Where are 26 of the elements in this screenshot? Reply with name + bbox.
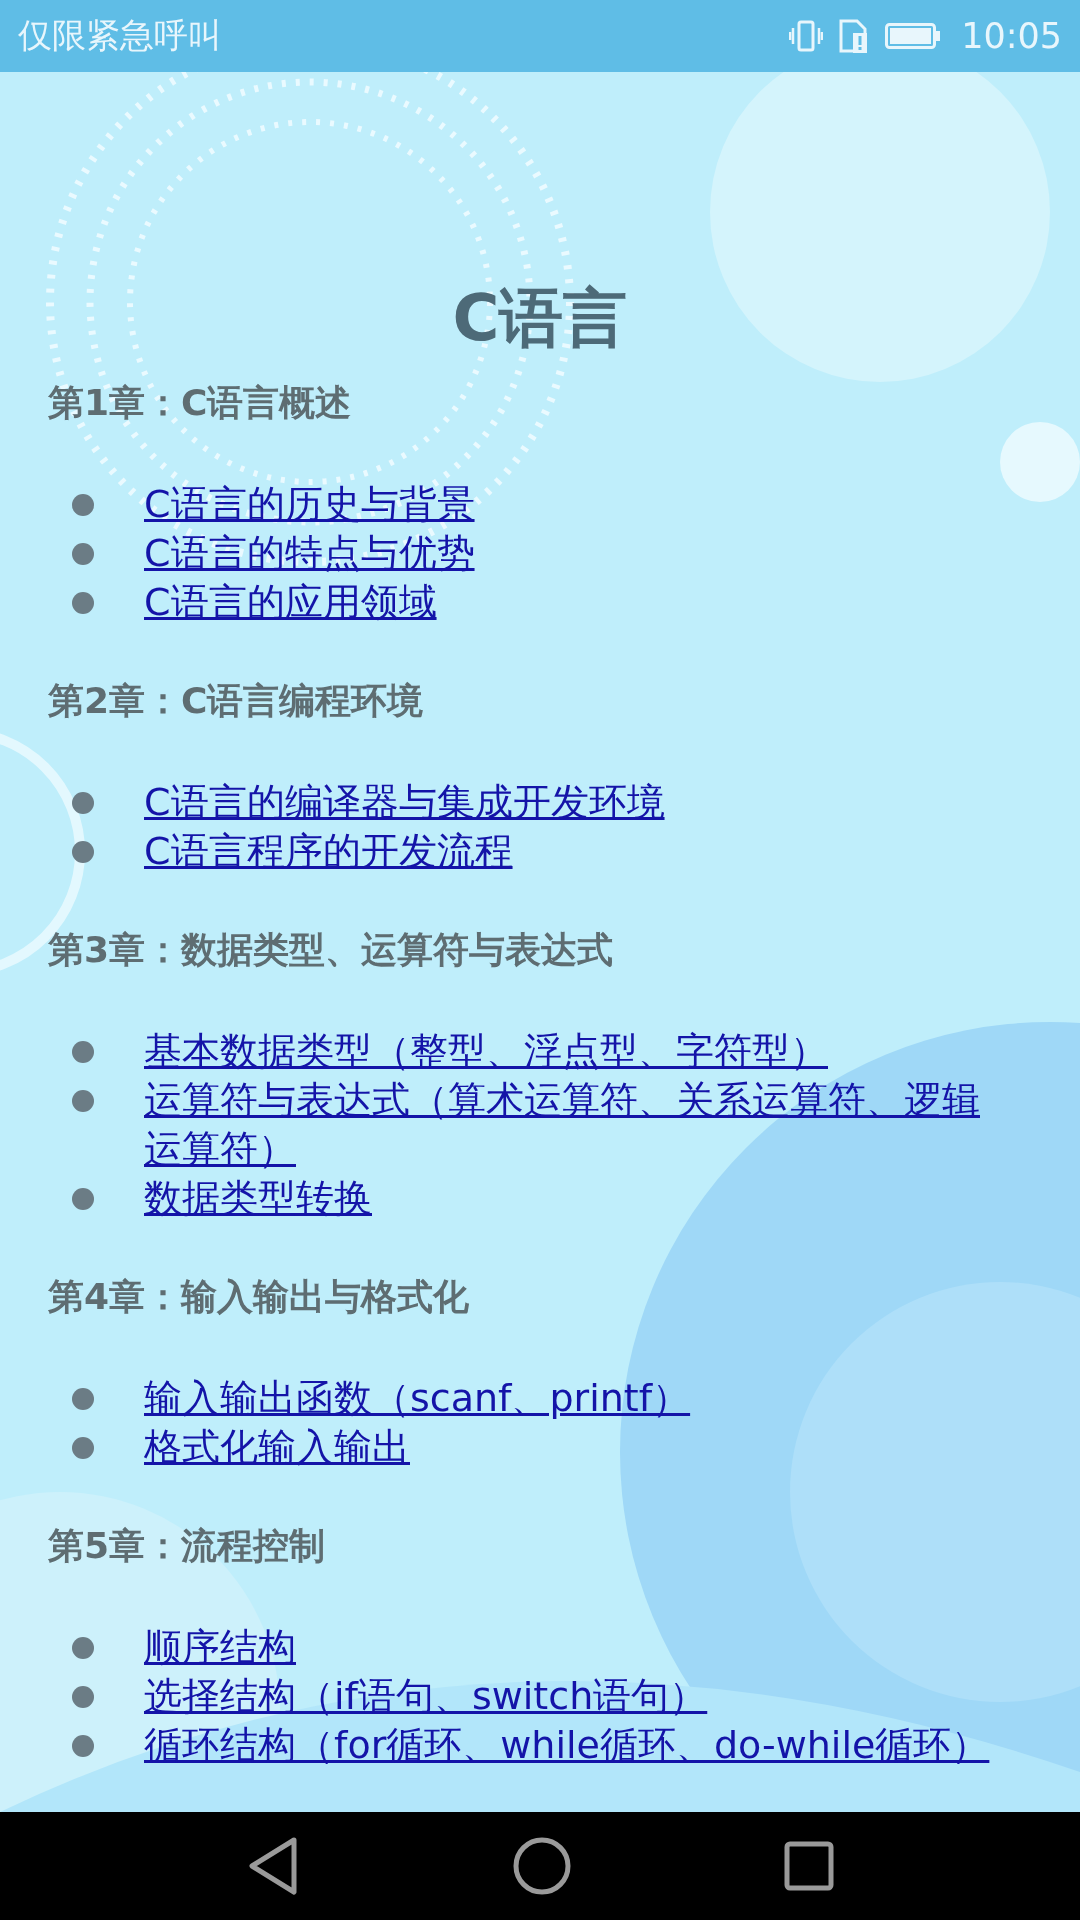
topic-link[interactable]: 输入输出函数（scanf、printf） xyxy=(144,1374,1008,1423)
vibrate-icon xyxy=(789,19,824,53)
topic-link[interactable]: 运算符与表达式（算术运算符、关系运算符、逻辑运算符） xyxy=(144,1076,1008,1174)
topic-link[interactable]: C语言的特点与优势 xyxy=(144,529,1008,578)
topic-link[interactable]: C语言的编译器与集成开发环境 xyxy=(144,778,1008,827)
chapter-heading: 第2章：C语言编程环境 xyxy=(48,679,425,723)
chapter-heading: 第5章：流程控制 xyxy=(48,1524,327,1568)
topic-link[interactable]: C语言程序的开发流程 xyxy=(144,827,1008,876)
recent-apps-icon[interactable] xyxy=(783,1841,834,1891)
status-text: 仅限紧急呼叫 xyxy=(18,14,222,57)
topic-link[interactable]: C语言的应用领域 xyxy=(144,578,1008,627)
sim-card-icon xyxy=(839,19,870,53)
topic-link[interactable]: 选择结构（if语句、switch语句） xyxy=(144,1672,1008,1721)
topic-link[interactable]: 格式化输入输出 xyxy=(144,1423,1008,1472)
page-title: C语言 xyxy=(451,280,629,357)
chapter-heading: 第4章：输入输出与格式化 xyxy=(48,1275,471,1319)
topic-link[interactable]: C语言的历史与背景 xyxy=(144,480,1008,529)
clock: 10:05 xyxy=(961,16,1062,56)
chapter-heading: 第3章：数据类型、运算符与表达式 xyxy=(48,928,615,972)
topic-link[interactable]: 基本数据类型（整型、浮点型、字符型） xyxy=(144,1027,1008,1076)
topic-link[interactable]: 循环结构（for循环、while循环、do-while循环） xyxy=(144,1721,1008,1764)
battery-icon xyxy=(885,21,942,51)
home-icon[interactable] xyxy=(513,1837,571,1895)
chapter-heading: 第1章：C语言概述 xyxy=(48,381,353,425)
topic-link[interactable]: 顺序结构 xyxy=(144,1623,1008,1672)
topic-link[interactable]: 数据类型转换 xyxy=(144,1174,1008,1223)
